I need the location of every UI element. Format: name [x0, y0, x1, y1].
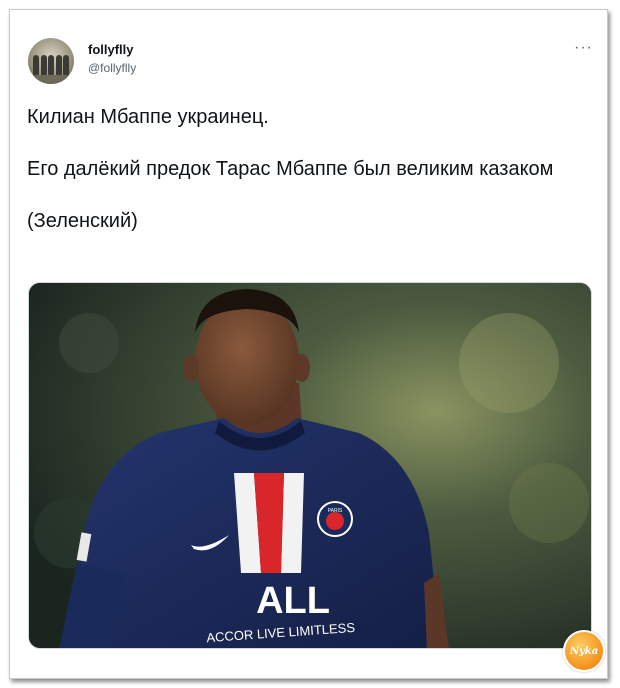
avatar-figures [33, 55, 69, 75]
watermark-text: Nyka [569, 645, 599, 657]
player-photo-illustration: PARIS ALL ACCOR LIVE LIMITLESS [29, 283, 591, 648]
tweet-card: follyflly @follyflly ··· Килиан Мбаппе у… [9, 9, 608, 679]
badge-text: PARIS [328, 508, 343, 514]
jersey-brand-text: ALL [256, 580, 330, 622]
more-horizontal-icon[interactable]: ··· [574, 40, 593, 56]
tweet-line-1: Килиан Мбаппе украинец. [27, 106, 269, 128]
avatar-floor [28, 75, 74, 84]
tweet-text: Килиан Мбаппе украинец. Его далёкий пред… [27, 104, 587, 234]
tweet-line-2: Его далёкий предок Тарас Мбаппе был вели… [27, 158, 554, 180]
tweet-photo[interactable]: PARIS ALL ACCOR LIVE LIMITLESS [28, 282, 592, 649]
watermark-logo: Nyka [563, 630, 605, 672]
author-handle[interactable]: @follyflly [88, 61, 136, 75]
tweet-line-3: (Зеленский) [27, 210, 138, 232]
author-avatar[interactable] [28, 38, 74, 84]
author-display-name[interactable]: follyflly [88, 42, 134, 57]
